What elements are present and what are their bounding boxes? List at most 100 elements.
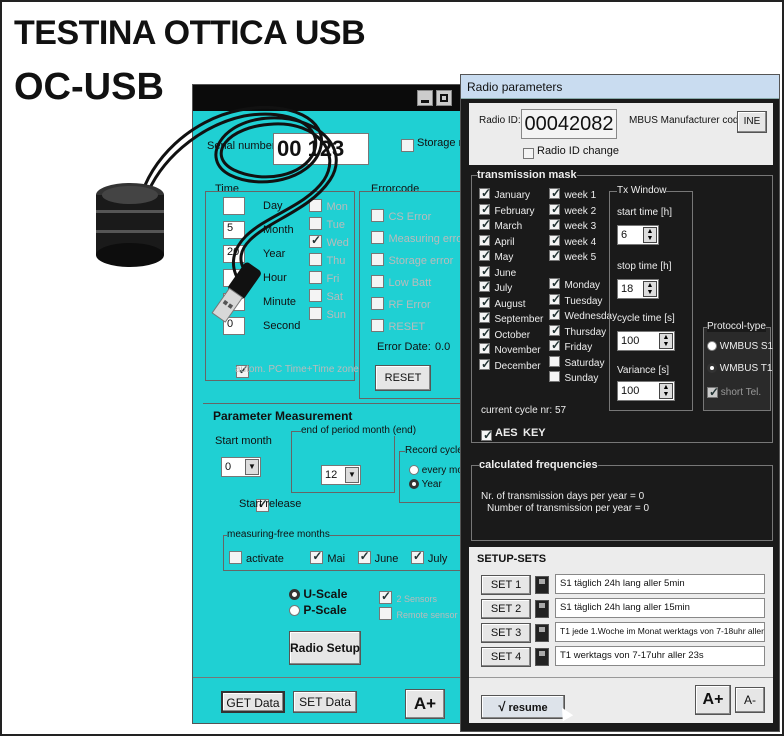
record-every-month-option[interactable]: every mo xyxy=(409,465,463,476)
tuesday-label: Tuesday xyxy=(564,295,603,307)
back-a-plus-button[interactable]: A+ xyxy=(405,689,445,719)
record-year-option[interactable]: Year xyxy=(409,479,442,490)
minimize-button[interactable] xyxy=(417,90,433,106)
set2-save-icon[interactable] xyxy=(535,600,549,618)
start-month-dropdown-icon[interactable]: ▼ xyxy=(245,459,259,475)
thursday-checkbox[interactable] xyxy=(549,323,561,337)
wmbus-t1-label: WMBUS T1 xyxy=(719,363,773,374)
short-tel-option[interactable]: short Tel. xyxy=(707,385,761,399)
saturday-checkbox[interactable] xyxy=(549,355,560,367)
resume-button[interactable]: √ resume xyxy=(481,695,565,719)
june-checkbox[interactable] xyxy=(479,264,491,278)
remote-sensor-checkbox[interactable] xyxy=(379,607,392,621)
reset-button[interactable]: RESET xyxy=(375,365,431,391)
set3-button[interactable]: SET 3 xyxy=(481,623,531,643)
june-label: June xyxy=(494,267,517,279)
low-batt-checkbox xyxy=(371,275,384,289)
monday-checkbox[interactable] xyxy=(549,276,561,290)
week2-checkbox[interactable] xyxy=(549,202,561,216)
week3-checkbox[interactable] xyxy=(549,217,561,231)
calc-frequencies-label: calculated frequencies xyxy=(479,459,598,471)
optical-head-icon xyxy=(96,183,164,267)
variance-spinner-icon[interactable]: ▲ ▼ xyxy=(659,383,673,399)
freq-days-text: Nr. of transmission days per year = 0 xyxy=(481,491,645,502)
wmbus-s1-option[interactable]: WMBUS S1 xyxy=(707,341,773,352)
october-label: October xyxy=(494,329,531,341)
january-checkbox[interactable] xyxy=(479,186,491,200)
weeks-list: week 1 week 2 week 3 week 4 week 5 xyxy=(549,185,596,263)
param-title: Parameter Measurement xyxy=(213,409,353,423)
mbus-code-value[interactable]: INE xyxy=(737,111,767,133)
error-date-value: 0.0 xyxy=(435,341,451,353)
october-checkbox[interactable] xyxy=(479,326,491,340)
august-checkbox[interactable] xyxy=(479,295,491,309)
march-checkbox[interactable] xyxy=(479,217,491,231)
two-sensors-label: 2 Sensors xyxy=(396,594,437,604)
usb-optical-head-image xyxy=(96,105,338,323)
july-checkbox[interactable] xyxy=(479,279,491,293)
aes-checkbox[interactable] xyxy=(481,428,493,442)
autom-time-label: autom. PC Time+Time zone xyxy=(235,364,359,375)
set2-description[interactable]: S1 täglich 24h lang aller 15min xyxy=(555,598,765,618)
friday-checkbox[interactable] xyxy=(549,338,561,352)
stop-time-label: stop time [h] xyxy=(617,261,672,272)
stop-time-spinner-icon[interactable]: ▲ ▼ xyxy=(643,281,657,297)
p-scale-label: P-Scale xyxy=(303,603,347,617)
mbus-label: MBUS Manufacturer code: xyxy=(629,115,747,126)
radio-setup-button[interactable]: Radio Setup xyxy=(289,631,361,665)
cs-error-checkbox xyxy=(371,209,384,223)
short-tel-checkbox[interactable] xyxy=(707,385,719,399)
p-scale-option[interactable]: P-Scale xyxy=(289,603,347,617)
set2-button[interactable]: SET 2 xyxy=(481,599,531,619)
free-july-checkbox[interactable] xyxy=(410,549,424,565)
wednesday-checkbox[interactable] xyxy=(549,307,561,321)
set1-button[interactable]: SET 1 xyxy=(481,575,531,595)
start-time-spinner-icon[interactable]: ▲ ▼ xyxy=(643,227,657,243)
week1-checkbox[interactable] xyxy=(549,186,561,200)
two-sensors-checkbox[interactable] xyxy=(379,589,392,605)
maximize-button[interactable] xyxy=(436,90,452,106)
a-plus-button[interactable]: A+ xyxy=(695,685,731,715)
set4-save-icon[interactable] xyxy=(535,648,549,666)
tuesday-checkbox[interactable] xyxy=(549,292,561,306)
free-mai-checkbox[interactable] xyxy=(310,549,324,565)
start-month-select[interactable]: 0 ▼ xyxy=(221,457,261,477)
set-data-button[interactable]: SET Data xyxy=(293,691,357,713)
u-scale-option[interactable]: U-Scale xyxy=(289,587,347,601)
week5-checkbox[interactable] xyxy=(549,248,561,262)
cycle-time-spinner-icon[interactable]: ▲ ▼ xyxy=(659,333,673,349)
set3-save-icon[interactable] xyxy=(535,624,549,642)
error-list: CS Error Measuring error Storage error L… xyxy=(371,207,466,339)
february-checkbox[interactable] xyxy=(479,202,491,216)
free-activate-checkbox[interactable] xyxy=(229,551,242,565)
december-checkbox[interactable] xyxy=(479,357,491,371)
storage-error-checkbox xyxy=(371,253,384,267)
resume-label: resume xyxy=(508,702,548,714)
radio-id-change-checkbox[interactable] xyxy=(523,148,534,160)
error-date-label: Error Date: xyxy=(377,341,431,353)
november-checkbox[interactable] xyxy=(479,341,491,355)
set4-button[interactable]: SET 4 xyxy=(481,647,531,667)
end-period-select[interactable]: 12 ▼ xyxy=(321,465,361,485)
aes-label: AES xyxy=(495,427,518,439)
get-data-button[interactable]: GET Data xyxy=(221,691,285,713)
september-checkbox[interactable] xyxy=(479,310,491,324)
cs-error-label: CS Error xyxy=(388,211,432,223)
wmbus-t1-option[interactable]: WMBUS T1 xyxy=(707,363,772,374)
set4-description[interactable]: T1 werktags von 7-17uhr aller 23s xyxy=(555,646,765,666)
february-label: February xyxy=(494,205,535,217)
week4-checkbox[interactable] xyxy=(549,233,561,247)
a-minus-button[interactable]: A- xyxy=(735,687,765,713)
set1-description[interactable]: S1 täglich 24h lang aller 5min xyxy=(555,574,765,594)
april-checkbox[interactable] xyxy=(479,233,491,247)
end-period-dropdown-icon[interactable]: ▼ xyxy=(345,467,359,483)
set1-save-icon[interactable] xyxy=(535,576,549,594)
setup-sets-separator xyxy=(469,677,773,678)
radio-id-value[interactable]: 00042082 xyxy=(521,109,617,139)
sunday-checkbox[interactable] xyxy=(549,371,560,383)
reset-flag-checkbox xyxy=(371,319,384,333)
may-checkbox[interactable] xyxy=(479,248,491,262)
storage-mode-checkbox[interactable] xyxy=(401,139,414,153)
set3-description[interactable]: T1 jede 1.Woche im Monat werktags von 7-… xyxy=(555,622,765,642)
free-june-checkbox[interactable] xyxy=(357,549,371,565)
